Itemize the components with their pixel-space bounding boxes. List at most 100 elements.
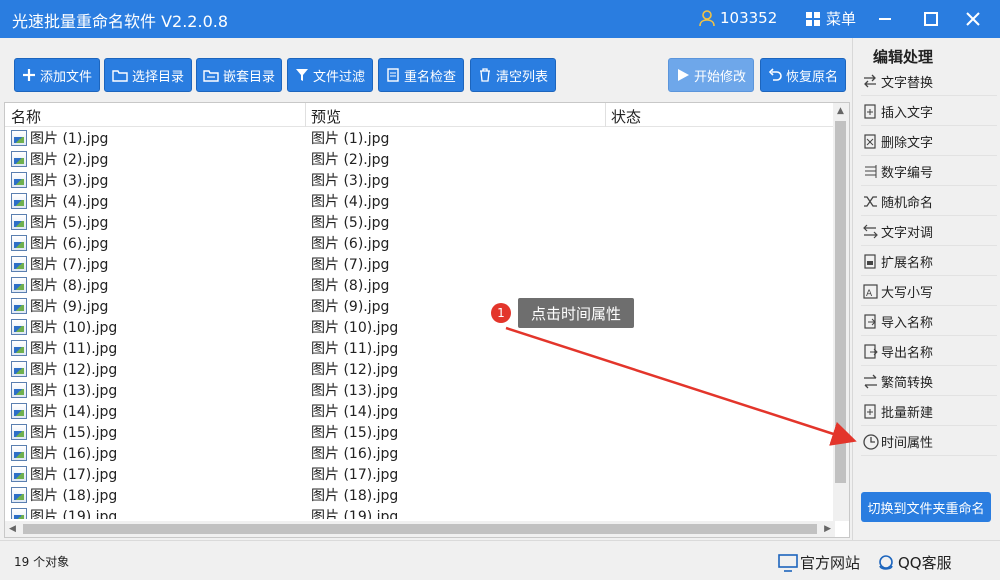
preview-cell: 图片 (5).jpg — [311, 212, 389, 232]
preview-name: 图片 (13).jpg — [311, 383, 399, 399]
edit-panel: 编辑处理 文字替换 插入文字 删除文字 数字编号 随机命名 文字对调 扩展名称 A 大写小写 导入… — [852, 38, 1000, 540]
table-row[interactable]: 图片 (13).jpg 图片 (13).jpg — [5, 379, 835, 400]
scroll-right-icon[interactable]: ▶ — [824, 524, 831, 534]
svg-text:A: A — [866, 289, 873, 299]
document-check-icon — [387, 68, 399, 82]
panel-item-convert[interactable]: 繁简转换 — [861, 368, 997, 396]
add-file-button[interactable]: 添加文件 — [14, 58, 100, 92]
convert-icon — [861, 373, 879, 391]
select-dir-button[interactable]: 选择目录 — [104, 58, 192, 92]
file-name-cell: 图片 (6).jpg — [11, 233, 108, 253]
panel-item-number[interactable]: 数字编号 — [861, 158, 997, 186]
close-button[interactable] — [958, 4, 988, 34]
file-name: 图片 (9).jpg — [30, 299, 109, 315]
image-file-icon — [11, 298, 27, 314]
table-row[interactable]: 图片 (5).jpg 图片 (5).jpg — [5, 211, 835, 232]
preview-cell: 图片 (19).jpg — [311, 506, 398, 519]
preview-name: 图片 (17).jpg — [311, 467, 399, 483]
menu-button[interactable]: 菜单 — [806, 8, 856, 29]
table-row[interactable]: 图片 (15).jpg 图片 (15).jpg — [5, 421, 835, 442]
list-header: 名称 预览 状态 — [5, 103, 835, 127]
preview-name: 图片 (4).jpg — [311, 194, 390, 210]
file-name: 图片 (12).jpg — [30, 362, 118, 378]
table-row[interactable]: 图片 (3).jpg 图片 (3).jpg — [5, 169, 835, 190]
panel-item-replace[interactable]: 文字替换 — [861, 68, 997, 96]
panel-item-shuffle[interactable]: 随机命名 — [861, 188, 997, 216]
panel-item-clock[interactable]: 时间属性 — [861, 428, 997, 456]
switch-folder-rename-button[interactable]: 切换到文件夹重命名 — [861, 492, 991, 522]
panel-item-new[interactable]: 批量新建 — [861, 398, 997, 426]
column-status[interactable]: 状态 — [611, 106, 641, 127]
panel-item-case[interactable]: A 大写小写 — [861, 278, 997, 306]
delete-icon — [861, 133, 879, 151]
table-row[interactable]: 图片 (7).jpg 图片 (7).jpg — [5, 253, 835, 274]
vertical-scrollbar[interactable]: ▲ — [833, 103, 849, 521]
start-modify-button[interactable]: 开始修改 — [668, 58, 754, 92]
preview-cell: 图片 (8).jpg — [311, 275, 389, 295]
table-row[interactable]: 图片 (2).jpg 图片 (2).jpg — [5, 148, 835, 169]
image-file-icon — [11, 256, 27, 272]
user-account[interactable]: 103352 — [698, 9, 777, 27]
column-name[interactable]: 名称 — [11, 106, 41, 127]
table-row[interactable]: 图片 (16).jpg 图片 (16).jpg — [5, 442, 835, 463]
scroll-left-icon[interactable]: ◀ — [9, 524, 16, 534]
preview-name: 图片 (10).jpg — [311, 320, 399, 336]
scroll-up-icon[interactable]: ▲ — [837, 106, 844, 116]
table-row[interactable]: 图片 (10).jpg 图片 (10).jpg — [5, 316, 835, 337]
nested-dir-button[interactable]: 嵌套目录 — [196, 58, 282, 92]
restore-name-button[interactable]: 恢复原名 — [760, 58, 846, 92]
preview-cell: 图片 (4).jpg — [311, 191, 389, 211]
nested-dir-label: 嵌套目录 — [222, 69, 275, 85]
table-row[interactable]: 图片 (18).jpg 图片 (18).jpg — [5, 484, 835, 505]
image-file-icon — [11, 214, 27, 230]
preview-name: 图片 (14).jpg — [311, 404, 399, 420]
table-row[interactable]: 图片 (1).jpg 图片 (1).jpg — [5, 127, 835, 148]
column-preview[interactable]: 预览 — [311, 106, 341, 127]
table-row[interactable]: 图片 (8).jpg 图片 (8).jpg — [5, 274, 835, 295]
image-file-icon — [11, 277, 27, 293]
file-filter-button[interactable]: 文件过滤 — [287, 58, 373, 92]
preview-name: 图片 (6).jpg — [311, 236, 390, 252]
panel-item-insert[interactable]: 插入文字 — [861, 98, 997, 126]
panel-item-extension[interactable]: 扩展名称 — [861, 248, 997, 276]
minimize-icon — [879, 18, 891, 20]
export-icon — [861, 343, 879, 361]
file-name-cell: 图片 (16).jpg — [11, 443, 117, 463]
file-name-cell: 图片 (2).jpg — [11, 149, 108, 169]
table-row[interactable]: 图片 (11).jpg 图片 (11).jpg — [5, 337, 835, 358]
step-badge: 1 — [491, 303, 511, 323]
preview-name: 图片 (1).jpg — [311, 131, 390, 147]
preview-name: 图片 (15).jpg — [311, 425, 399, 441]
table-row[interactable]: 图片 (4).jpg 图片 (4).jpg — [5, 190, 835, 211]
file-name-cell: 图片 (17).jpg — [11, 464, 117, 484]
vertical-scroll-thumb[interactable] — [835, 121, 846, 483]
maximize-button[interactable] — [916, 4, 946, 34]
official-site-link[interactable]: 官方网站 — [778, 552, 860, 573]
minimize-button[interactable] — [870, 4, 900, 34]
panel-item-swap[interactable]: 文字对调 — [861, 218, 997, 246]
table-row[interactable]: 图片 (14).jpg 图片 (14).jpg — [5, 400, 835, 421]
file-name: 图片 (10).jpg — [30, 320, 118, 336]
preview-cell: 图片 (7).jpg — [311, 254, 389, 274]
table-row[interactable]: 图片 (17).jpg 图片 (17).jpg — [5, 463, 835, 484]
table-row[interactable]: 图片 (9).jpg 图片 (9).jpg — [5, 295, 835, 316]
table-row[interactable]: 图片 (6).jpg 图片 (6).jpg — [5, 232, 835, 253]
horizontal-scroll-thumb[interactable] — [23, 524, 817, 534]
panel-item-delete[interactable]: 删除文字 — [861, 128, 997, 156]
clear-list-button[interactable]: 清空列表 — [470, 58, 556, 92]
panel-item-export[interactable]: 导出名称 — [861, 338, 997, 366]
panel-item-label: 数字编号 — [881, 166, 934, 181]
qq-service-link[interactable]: QQ客服 — [876, 552, 952, 573]
rename-check-button[interactable]: 重名检查 — [378, 58, 464, 92]
file-name-cell: 图片 (18).jpg — [11, 485, 117, 505]
qq-service-label: QQ客服 — [898, 554, 952, 572]
file-list[interactable]: 名称 预览 状态 图片 (1).jpg 图片 (1).jpg 图片 (2).jpg 图… — [4, 102, 850, 538]
image-file-icon — [11, 193, 27, 209]
preview-cell: 图片 (10).jpg — [311, 317, 398, 337]
user-icon — [699, 10, 715, 27]
image-file-icon — [11, 340, 27, 356]
table-row[interactable]: 图片 (12).jpg 图片 (12).jpg — [5, 358, 835, 379]
panel-item-import[interactable]: 导入名称 — [861, 308, 997, 336]
table-row[interactable]: 图片 (19).jpg 图片 (19).jpg — [5, 505, 835, 519]
horizontal-scrollbar[interactable]: ◀ ▶ — [5, 521, 835, 537]
